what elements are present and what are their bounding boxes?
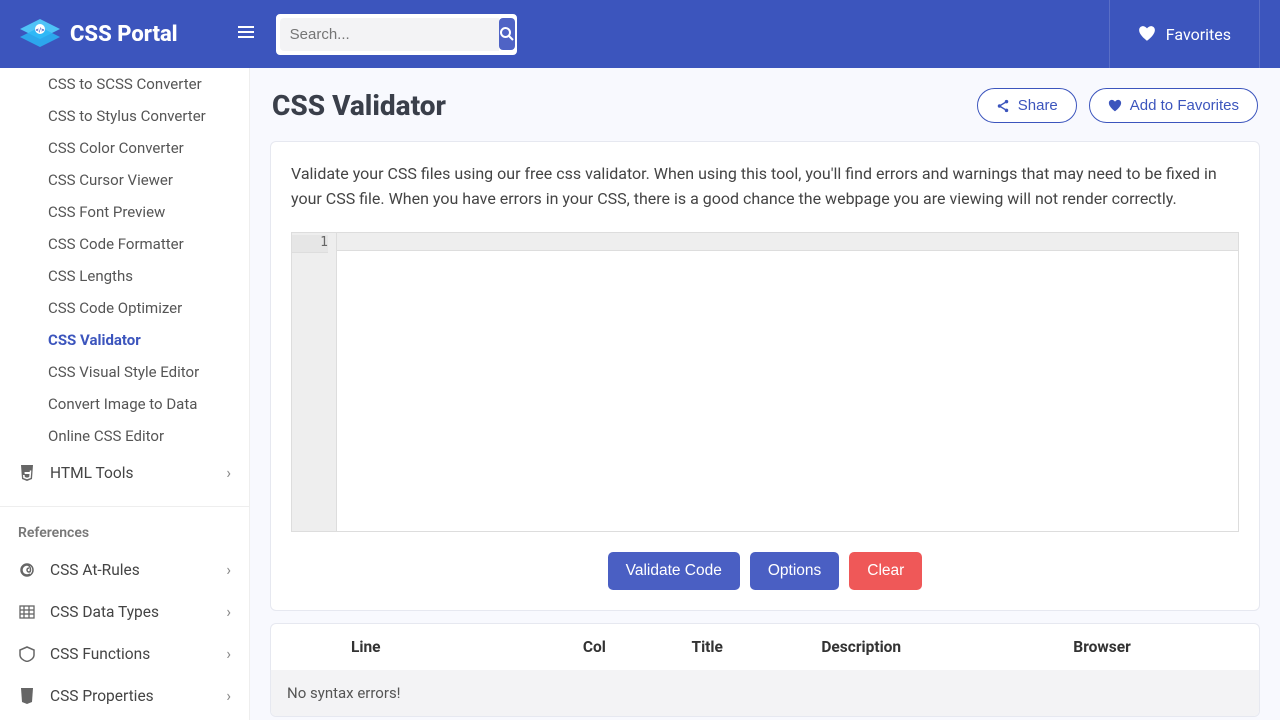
sidebar-subitem[interactable]: CSS Visual Style Editor [48, 356, 249, 388]
sidebar-subitem[interactable]: CSS Validator [48, 324, 249, 356]
logo-icon: </> [20, 19, 60, 49]
code-editor[interactable]: 1 [291, 232, 1239, 532]
table-header: Browser [1063, 624, 1259, 670]
sidebar-sublist: CSS to SCSS ConverterCSS to Stylus Conve… [0, 68, 249, 452]
nav-icon [18, 562, 36, 578]
main-content: CSS Validator Share Add to Favorites Val… [250, 68, 1280, 720]
table-header: Line [271, 624, 573, 670]
code-area[interactable] [337, 233, 1238, 531]
description-text: Validate your CSS files using our free c… [291, 162, 1239, 212]
favorites-label: Favorites [1166, 25, 1231, 44]
chevron-right-icon: › [226, 687, 231, 705]
editor-gutter: 1 [292, 233, 337, 531]
options-button[interactable]: Options [750, 552, 839, 590]
nav-label: CSS At-Rules [50, 561, 140, 579]
sidebar-subitem[interactable]: CSS to Stylus Converter [48, 100, 249, 132]
heart-icon [1138, 25, 1156, 43]
share-button[interactable]: Share [977, 88, 1077, 123]
favorites-nav[interactable]: Favorites [1109, 0, 1260, 68]
brand-logo[interactable]: </> CSS Portal [20, 19, 178, 49]
nav-icon [18, 604, 36, 620]
sidebar-subitem[interactable]: CSS Cursor Viewer [48, 164, 249, 196]
sidebar-item[interactable]: CSS At-Rules › [0, 549, 249, 591]
menu-toggle-icon[interactable] [238, 24, 254, 45]
add-favorites-button[interactable]: Add to Favorites [1089, 88, 1258, 123]
validate-button[interactable]: Validate Code [608, 552, 740, 590]
sidebar-subitem[interactable]: CSS Code Formatter [48, 228, 249, 260]
sidebar: CSS to SCSS ConverterCSS to Stylus Conve… [0, 68, 250, 720]
nav-label: HTML Tools [50, 464, 133, 482]
validator-card: Validate your CSS files using our free c… [270, 141, 1260, 611]
sidebar-subitem[interactable]: CSS Lengths [48, 260, 249, 292]
search-icon [499, 26, 515, 42]
chevron-right-icon: › [226, 561, 231, 579]
search-box [274, 12, 519, 57]
nav-icon [18, 646, 36, 662]
page-title: CSS Validator [272, 89, 446, 122]
sidebar-item[interactable]: CSS Properties › [0, 675, 249, 717]
app-header: </> CSS Portal Favorites [0, 0, 1280, 68]
nav-icon [18, 688, 36, 704]
nav-label: CSS Functions [50, 645, 150, 663]
sidebar-subitem[interactable]: CSS Code Optimizer [48, 292, 249, 324]
sidebar-subitem[interactable]: CSS to SCSS Converter [48, 68, 249, 100]
results-card: LineColTitleDescriptionBrowser No syntax… [270, 623, 1260, 717]
references-heading: References [0, 506, 249, 549]
sidebar-item[interactable]: CSS Data Types › [0, 591, 249, 633]
table-header: Title [681, 624, 811, 670]
svg-text:</>: </> [36, 27, 44, 34]
sidebar-item-html-tools[interactable]: HTML Tools › [0, 452, 249, 494]
chevron-right-icon: › [226, 603, 231, 621]
table-header: Description [811, 624, 1063, 670]
editor-header-strip [337, 233, 1238, 251]
brand-text: CSS Portal [70, 22, 178, 47]
search-button[interactable] [499, 18, 515, 50]
sidebar-subitem[interactable]: CSS Font Preview [48, 196, 249, 228]
chevron-right-icon: › [226, 464, 231, 482]
add-fav-label: Add to Favorites [1130, 97, 1239, 114]
sidebar-subitem[interactable]: CSS Color Converter [48, 132, 249, 164]
nav-label: CSS Data Types [50, 603, 159, 621]
table-header: Col [573, 624, 682, 670]
share-label: Share [1018, 97, 1058, 114]
sidebar-subitem[interactable]: Convert Image to Data [48, 388, 249, 420]
heart-icon [1108, 99, 1122, 113]
line-number: 1 [292, 235, 328, 253]
empty-message: No syntax errors! [271, 670, 1259, 716]
chevron-right-icon: › [226, 645, 231, 663]
header-right: Favorites [1109, 0, 1260, 68]
search-input[interactable] [280, 18, 499, 51]
results-table: LineColTitleDescriptionBrowser No syntax… [271, 624, 1259, 716]
nav-label: CSS Properties [50, 687, 154, 705]
sidebar-subitem[interactable]: Online CSS Editor [48, 420, 249, 452]
clear-button[interactable]: Clear [849, 552, 922, 590]
html5-icon [18, 465, 36, 481]
sidebar-item[interactable]: CSS Functions › [0, 633, 249, 675]
share-icon [996, 99, 1010, 113]
